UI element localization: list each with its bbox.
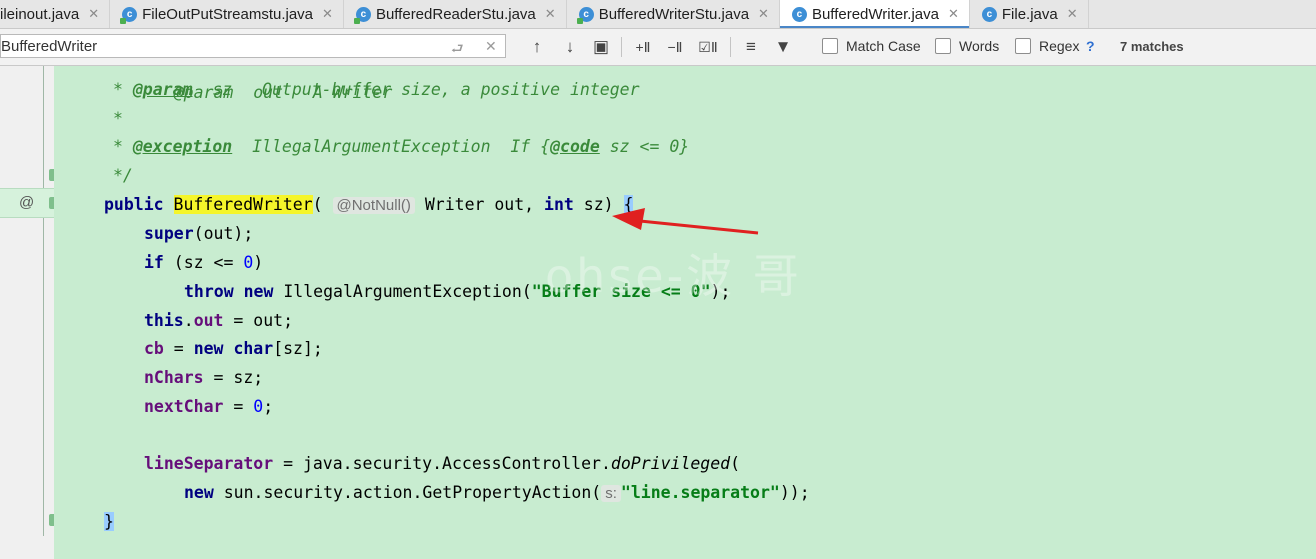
annotation-arrow-icon xyxy=(612,208,759,235)
